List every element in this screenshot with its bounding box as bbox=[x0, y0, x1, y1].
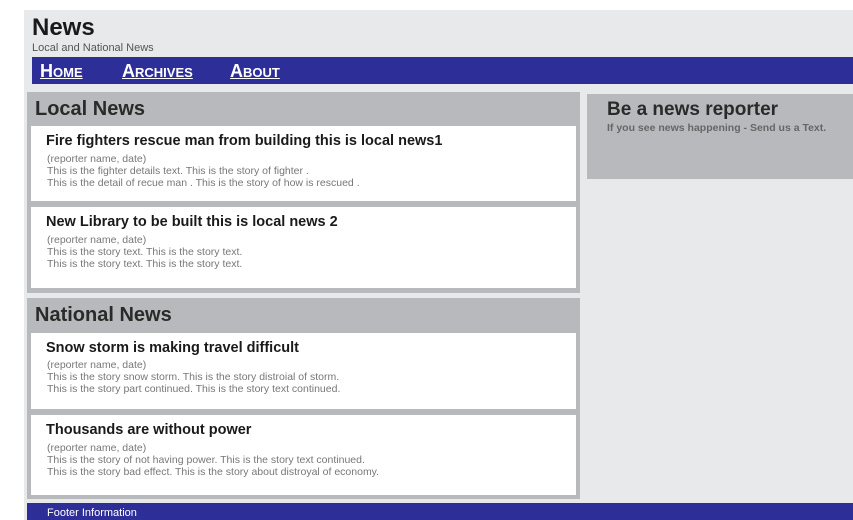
story-title[interactable]: Fire fighters rescue man from building t… bbox=[46, 133, 442, 150]
reporter-sidebar: Be a news reporter If you see news happe… bbox=[587, 94, 853, 179]
page-container: News Local and National News Home Archiv… bbox=[24, 10, 853, 520]
site-title: News bbox=[32, 14, 95, 41]
story-text-line: This is the story bad effect. This is th… bbox=[47, 466, 380, 478]
story-text-line: This is the story text. This is the stor… bbox=[47, 258, 243, 270]
sidebar-title: Be a news reporter bbox=[607, 99, 779, 120]
footer-text: Footer Information bbox=[47, 507, 137, 519]
story-text-line: This is the story text. This is the stor… bbox=[47, 246, 243, 258]
nav-link-home[interactable]: Home bbox=[40, 61, 83, 81]
story-text-line: This is the story part continued. This i… bbox=[47, 383, 341, 395]
story-text-line: This is the story snow storm. This is th… bbox=[47, 371, 340, 383]
story-meta: (reporter name, date) bbox=[47, 153, 147, 165]
story-card: Fire fighters rescue man from building t… bbox=[31, 126, 576, 201]
nav-link-about[interactable]: About bbox=[230, 61, 280, 81]
section-title-local-news: Local News bbox=[35, 98, 146, 120]
story-title[interactable]: New Library to be built this is local ne… bbox=[46, 214, 338, 231]
story-title[interactable]: Thousands are without power bbox=[46, 422, 251, 439]
story-text-line: This is the story of not having power. T… bbox=[47, 454, 365, 466]
story-meta: (reporter name, date) bbox=[47, 359, 147, 371]
section-title-national-news: National News bbox=[35, 304, 172, 326]
site-subtitle: Local and National News bbox=[32, 42, 154, 54]
story-card: New Library to be built this is local ne… bbox=[31, 207, 576, 288]
footer: Footer Information bbox=[27, 503, 853, 520]
story-meta: (reporter name, date) bbox=[47, 442, 147, 454]
story-text-line: This is the fighter details text. This i… bbox=[47, 165, 309, 177]
story-card: Snow storm is making travel difficult (r… bbox=[31, 333, 576, 409]
nav-bar: Home Archives About bbox=[32, 57, 853, 84]
story-title[interactable]: Snow storm is making travel difficult bbox=[46, 340, 299, 357]
local-news-section: Local News Fire fighters rescue man from… bbox=[27, 92, 580, 293]
story-card: Thousands are without power (reporter na… bbox=[31, 415, 576, 495]
story-text-line: This is the detail of recue man . This i… bbox=[47, 177, 360, 189]
sidebar-text: If you see news happening - Send us a Te… bbox=[607, 122, 827, 134]
nav-link-archives[interactable]: Archives bbox=[122, 61, 193, 81]
story-meta: (reporter name, date) bbox=[47, 234, 147, 246]
national-news-section: National News Snow storm is making trave… bbox=[27, 298, 580, 499]
